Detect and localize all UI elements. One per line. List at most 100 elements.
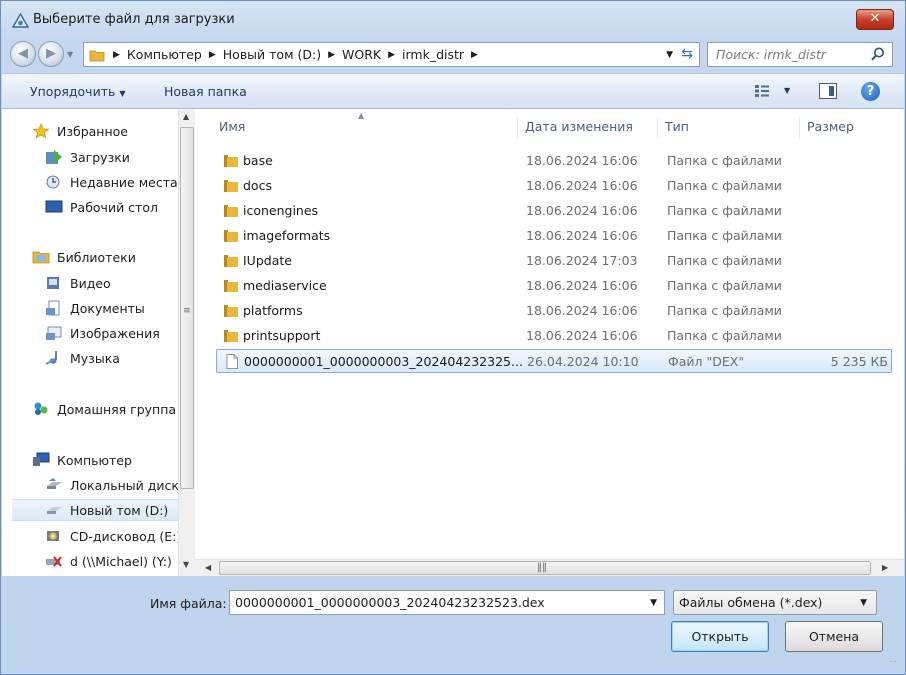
nav-music[interactable]: Музыка (45, 347, 178, 369)
file-date: 18.06.2024 16:06 (526, 303, 638, 318)
downloads-icon (46, 150, 62, 164)
scroll-thumb[interactable]: ‖‖ (219, 561, 871, 575)
nav-vertical-scrollbar[interactable]: ▲ ≡ ▼ (178, 109, 195, 576)
breadcrumb-separator-icon[interactable]: ▶ (471, 50, 478, 60)
nav-recent-places[interactable]: Недавние места (45, 171, 178, 193)
file-date: 18.06.2024 16:06 (526, 203, 638, 218)
refresh-icon[interactable]: ⇆ (681, 46, 693, 62)
file-row-selected[interactable]: 0000000001_0000000003_202404232325... 26… (216, 349, 892, 373)
filename-field[interactable]: 0000000001_0000000003_20240423232523.dex (235, 595, 545, 610)
nav-video[interactable]: Видео (45, 272, 178, 294)
recent-pages-dropdown[interactable]: ▼ (67, 50, 73, 59)
documents-icon (46, 300, 60, 316)
organize-button[interactable]: Упорядочить ▼ (30, 84, 126, 99)
column-divider[interactable] (657, 117, 658, 139)
breadcrumb-drive[interactable]: Новый том (D:) (223, 47, 321, 62)
scroll-grip-icon: ≡ (183, 306, 191, 316)
nav-pictures[interactable]: Изображения (45, 322, 178, 344)
filename-combobox[interactable]: 0000000001_0000000003_20240423232523.dex… (229, 590, 665, 615)
breadcrumb-separator-icon[interactable]: ▶ (388, 50, 395, 60)
nav-computer[interactable]: Компьютер (32, 449, 178, 471)
file-name: base (243, 153, 273, 168)
breadcrumb-work[interactable]: WORK (342, 47, 381, 62)
breadcrumb-irmk-distr[interactable]: irmk_distr (402, 47, 464, 62)
file-type: Папка с файлами (667, 328, 782, 343)
search-icon[interactable] (870, 46, 886, 62)
column-header-size[interactable]: Размер (807, 109, 854, 143)
folder-icon (224, 230, 238, 242)
file-row[interactable]: docs 18.06.2024 16:06 Папка с файлами (216, 174, 892, 198)
cancel-button[interactable]: Отмена (785, 621, 883, 652)
file-row[interactable]: mediaservice 18.06.2024 16:06 Папка с фа… (216, 274, 892, 298)
nav-favorites[interactable]: Избранное (32, 120, 178, 142)
filetype-value: Файлы обмена (*.dex) (679, 595, 823, 610)
filetype-select[interactable]: Файлы обмена (*.dex) ▼ (673, 590, 877, 615)
file-date: 18.06.2024 16:06 (526, 228, 638, 243)
file-date: 18.06.2024 17:03 (526, 253, 638, 268)
chevron-down-icon: ▼ (119, 89, 126, 98)
file-row[interactable]: base 18.06.2024 16:06 Папка с файлами (216, 149, 892, 173)
scroll-up-icon[interactable]: ▲ (183, 112, 189, 121)
help-icon[interactable]: ? (861, 82, 880, 101)
view-options-icon[interactable] (754, 84, 770, 98)
file-name: 0000000001_0000000003_202404232325... (244, 354, 523, 369)
column-header-type[interactable]: Тип (665, 109, 689, 143)
command-bar: Упорядочить ▼ Новая папка ▼ ? (2, 73, 904, 109)
file-row[interactable]: imageformats 18.06.2024 16:06 Папка с фа… (216, 224, 892, 248)
column-divider[interactable] (799, 117, 800, 139)
breadcrumb-separator-icon[interactable]: ▶ (209, 50, 216, 60)
chevron-down-icon[interactable]: ▼ (860, 598, 867, 608)
scroll-left-icon[interactable]: ◀ (205, 563, 211, 572)
nav-homegroup[interactable]: Домашняя группа (32, 398, 178, 420)
column-header-name[interactable]: Имя (219, 109, 245, 143)
preview-pane-icon[interactable] (819, 83, 837, 99)
nav-label: Изображения (70, 325, 160, 341)
search-input[interactable]: Поиск: irmk_distr (707, 42, 893, 67)
star-icon (32, 123, 50, 139)
nav-label: CD-дисковод (E:) (70, 528, 178, 544)
breadcrumb-separator-icon[interactable]: ▶ (328, 50, 335, 60)
views-dropdown-icon[interactable]: ▼ (784, 86, 790, 95)
nav-label: d (\\Michael) (Y:) (70, 553, 172, 569)
folder-icon (89, 50, 105, 61)
file-list-horizontal-scrollbar[interactable]: ◀ ‖‖ ▶ (195, 559, 904, 576)
nav-new-volume-d[interactable]: Новый том (D:) (12, 499, 178, 521)
address-bar[interactable]: ▶ Компьютер ▶ Новый том (D:) ▶ WORK ▶ ir… (83, 42, 700, 67)
file-name: printsupport (243, 328, 321, 343)
address-dropdown-icon[interactable]: ▼ (666, 50, 673, 60)
scroll-down-icon[interactable]: ▼ (183, 560, 189, 569)
file-row[interactable]: IUpdate 18.06.2024 17:03 Папка с файлами (216, 249, 892, 273)
new-folder-button[interactable]: Новая папка (164, 84, 247, 99)
file-row[interactable]: iconengines 18.06.2024 16:06 Папка с фай… (216, 199, 892, 223)
column-divider[interactable] (517, 117, 518, 139)
chevron-down-icon[interactable]: ▼ (650, 598, 657, 608)
breadcrumb-computer[interactable]: Компьютер (127, 47, 202, 62)
nav-desktop[interactable]: Рабочий стол (45, 196, 178, 218)
nav-local-disk[interactable]: Локальный диск (45, 474, 178, 496)
computer-icon (33, 452, 50, 466)
breadcrumb-separator-icon[interactable]: ▶ (113, 50, 120, 60)
open-button[interactable]: Открыть (671, 621, 769, 652)
file-row[interactable]: platforms 18.06.2024 16:06 Папка с файла… (216, 299, 892, 323)
resize-grip-icon[interactable]: ⋯ (889, 657, 897, 666)
nav-downloads[interactable]: Загрузки (45, 146, 178, 168)
nav-cd-drive[interactable]: CD-дисковод (E:) (45, 525, 178, 547)
network-drive-disconnected-icon (46, 556, 62, 567)
drive-icon (47, 507, 62, 514)
file-date: 18.06.2024 16:06 (526, 153, 638, 168)
scroll-right-icon[interactable]: ▶ (882, 563, 888, 572)
file-row[interactable]: printsupport 18.06.2024 16:06 Папка с фа… (216, 324, 892, 348)
desktop-icon (45, 200, 63, 213)
forward-button[interactable]: ▶ (38, 41, 64, 67)
column-header-date[interactable]: Дата изменения (525, 109, 633, 143)
nav-libraries[interactable]: Библиотеки (32, 246, 178, 268)
file-name: IUpdate (243, 253, 292, 268)
filename-label: Имя файла: (150, 596, 227, 611)
nav-documents[interactable]: Документы (45, 297, 178, 319)
back-button[interactable]: ◀ (10, 41, 36, 67)
arrow-right-icon: ▶ (46, 46, 56, 61)
close-button[interactable]: ✕ (856, 9, 894, 30)
file-name: iconengines (243, 203, 319, 218)
file-date: 18.06.2024 16:06 (526, 328, 638, 343)
nav-network-drive[interactable]: d (\\Michael) (Y:) (45, 550, 178, 572)
